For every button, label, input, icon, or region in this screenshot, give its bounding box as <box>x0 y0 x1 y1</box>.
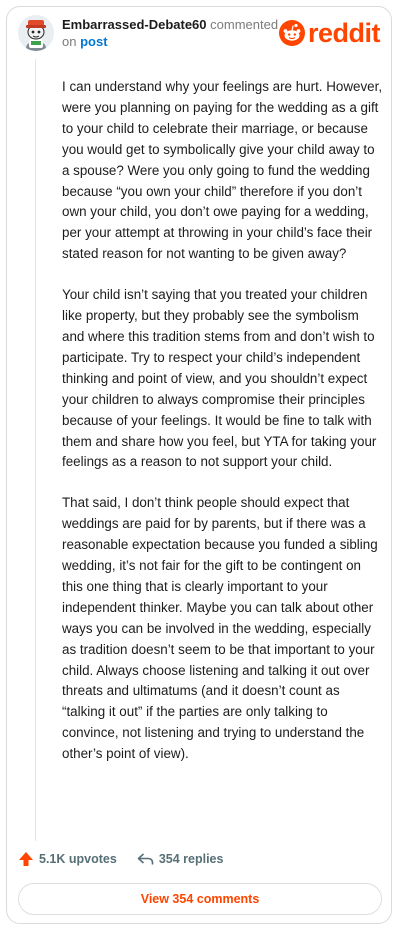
upvote-arrow-icon <box>19 852 33 866</box>
replies-button[interactable]: 354 replies <box>137 852 224 866</box>
reddit-logo[interactable]: reddit <box>279 18 381 48</box>
commented-label: commented <box>210 17 279 32</box>
reply-arrow-icon <box>137 853 154 865</box>
avatar-icon <box>18 15 54 51</box>
replies-count: 354 replies <box>158 852 224 866</box>
comment-actions: 5.1K upvotes 354 replies <box>18 848 223 870</box>
username-link[interactable]: Embarrassed-Debate60 <box>62 17 207 32</box>
upvotes-count: 5.1K upvotes <box>39 852 117 866</box>
comment-card: Embarrassed-Debate60 commented on post r… <box>6 6 392 924</box>
comment-body: I can understand why your feelings are h… <box>62 77 384 785</box>
avatar[interactable] <box>18 15 54 51</box>
comment-paragraph: Your child isn’t saying that you treated… <box>62 287 377 470</box>
reddit-snoo-icon <box>279 20 305 46</box>
thread-line[interactable] <box>35 59 36 841</box>
post-link[interactable]: post <box>80 34 107 49</box>
on-label: on <box>62 34 77 49</box>
reddit-wordmark: reddit <box>308 18 381 48</box>
comment-paragraph: I can understand why your feelings are h… <box>62 79 383 262</box>
view-comments-button[interactable]: View 354 comments <box>18 883 382 915</box>
comment-header: Embarrassed-Debate60 commented on post <box>62 16 282 50</box>
upvote-button[interactable]: 5.1K upvotes <box>18 851 117 867</box>
comment-paragraph: That said, I don’t think people should e… <box>62 495 378 762</box>
